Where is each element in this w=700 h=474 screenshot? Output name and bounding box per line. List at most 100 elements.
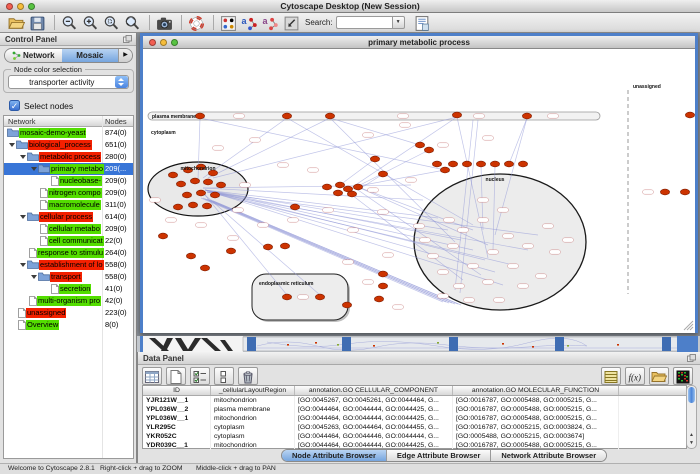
scrollbar-thumb[interactable] — [688, 387, 695, 403]
table-row[interactable]: YPL036W__1mitochondrion[GO:0044464, GO:0… — [143, 414, 686, 423]
network-node[interactable] — [342, 302, 351, 308]
save-icon[interactable] — [28, 14, 47, 32]
formula-fx-icon[interactable]: f(x) — [625, 367, 645, 385]
table-cell[interactable]: [GO:0005488, GO:0005215, GO:0003674] — [453, 432, 619, 441]
table-cell[interactable]: YKR052C — [143, 432, 211, 441]
table-cell[interactable]: YLR295C — [143, 423, 211, 432]
network-node[interactable] — [325, 113, 334, 119]
network-node[interactable] — [195, 113, 204, 119]
tree-row[interactable]: establishment of lo558(0) — [4, 259, 133, 271]
tab-network[interactable]: Network — [5, 49, 62, 62]
network-node[interactable] — [282, 294, 291, 300]
tree-row[interactable]: metabolic process280(0) — [4, 151, 133, 163]
network-node[interactable] — [490, 161, 499, 167]
float-panel-icon[interactable] — [687, 354, 696, 362]
table-cell[interactable]: [GO:0044464, GO:0044444, GO:0044425, G..… — [295, 405, 453, 414]
colored-nodes-icon[interactable] — [219, 14, 238, 32]
network-node[interactable] — [378, 283, 387, 289]
trash-icon[interactable] — [238, 367, 258, 385]
network-node[interactable] — [263, 244, 272, 250]
column-go-cellular-component[interactable]: annotation.GO CELLULAR_COMPONENT — [295, 386, 453, 395]
network-node[interactable] — [440, 167, 449, 173]
table-cell[interactable]: mitochondrion — [211, 414, 295, 423]
attribute-batch-table-icon[interactable] — [601, 367, 621, 385]
tree-expander-icon[interactable] — [31, 275, 37, 279]
network-node[interactable] — [176, 181, 185, 187]
tree-row[interactable]: multi-organism pro42(0) — [4, 295, 133, 307]
network-node[interactable] — [280, 243, 289, 249]
network-node[interactable] — [353, 184, 362, 190]
table-cell[interactable]: YPL036W__2 — [143, 405, 211, 414]
tree-expander-icon[interactable] — [31, 167, 37, 171]
tab-mosaic[interactable]: Mosaic — [62, 49, 119, 62]
network-node[interactable] — [335, 182, 344, 188]
close-button[interactable] — [6, 3, 13, 10]
tab-overflow-arrow-icon[interactable]: ▶ — [118, 49, 132, 62]
network-node[interactable] — [322, 184, 331, 190]
network-node[interactable] — [462, 161, 471, 167]
attribute-table[interactable]: ID _cellularLayoutRegion annotation.GO C… — [142, 385, 687, 449]
network-node[interactable] — [685, 112, 694, 118]
table-cell[interactable]: [GO:0045267, GO:0045261, GO:0044464, G..… — [295, 396, 453, 405]
network-annotation-b-icon[interactable]: a — [261, 14, 280, 32]
network-node[interactable] — [378, 171, 387, 177]
network-node[interactable] — [504, 161, 513, 167]
table-row[interactable]: YPL036W__2plasma membrane[GO:0044464, GO… — [143, 405, 686, 414]
minimize-button[interactable] — [17, 3, 24, 10]
tab-edge-attribute-browser[interactable]: Edge Attribute Browser — [387, 450, 491, 461]
tree-expander-icon[interactable] — [9, 143, 15, 147]
canvas-resize-grip[interactable] — [684, 321, 693, 330]
network-node[interactable] — [660, 189, 669, 195]
zoom-window-button[interactable] — [28, 3, 35, 10]
network-node[interactable] — [522, 113, 531, 119]
network-node[interactable] — [168, 172, 177, 178]
network-node[interactable] — [476, 161, 485, 167]
table-cell[interactable]: [GO:0016787, GO:0005215, GO:0003824, G..… — [453, 423, 619, 432]
table-cell[interactable]: [GO:0016787, GO:0005488, GO:0005215, G..… — [453, 414, 619, 423]
tree-row[interactable]: response to stimulu264(0) — [4, 247, 133, 259]
network-node[interactable] — [210, 192, 219, 198]
network-node[interactable] — [432, 161, 441, 167]
network-window-zoom-button[interactable] — [171, 39, 178, 46]
network-window-close-button[interactable] — [149, 39, 156, 46]
network-node[interactable] — [290, 204, 299, 210]
tree-row[interactable]: nucleobase-209(0) — [4, 175, 133, 187]
float-panel-icon[interactable] — [123, 35, 132, 43]
vizmapper-arrow-icon[interactable] — [282, 14, 301, 32]
column-cellular-layout-region[interactable]: _cellularLayoutRegion — [211, 386, 295, 395]
network-node[interactable] — [173, 204, 182, 210]
node-color-dropdown[interactable]: transporter activity — [8, 75, 129, 89]
tree-row[interactable]: unassigned223(0) — [4, 307, 133, 319]
tab-node-attribute-browser[interactable]: Node Attribute Browser — [282, 450, 387, 461]
scrollbar-arrows[interactable]: ▲▼ — [687, 431, 696, 447]
checklist-icon[interactable] — [190, 367, 210, 385]
search-options-doc-icon[interactable] — [413, 14, 432, 32]
attribute-table-body[interactable]: YJR121W__1mitochondrion[GO:0045267, GO:0… — [143, 396, 686, 450]
network-node[interactable] — [196, 190, 205, 196]
table-cell[interactable]: [GO:0016787, GO:0005488, GO:0005215, G..… — [453, 405, 619, 414]
table-cell[interactable]: [GO:0045263, GO:0044464, GO:0044455, G..… — [295, 423, 453, 432]
network-node[interactable] — [315, 294, 324, 300]
tree-row[interactable]: transport558(0) — [4, 271, 133, 283]
tree-row[interactable]: mosaic-demo-yeast874(0) — [4, 127, 133, 139]
table-cell[interactable]: [GO:0044464, GO:0044444, GO:0044425, G..… — [295, 414, 453, 423]
network-node[interactable] — [680, 189, 689, 195]
tree-row[interactable]: biological_process651(0) — [4, 139, 133, 151]
folder-open-icon[interactable] — [7, 14, 26, 32]
tree-row[interactable]: nitrogen compo209(0) — [4, 187, 133, 199]
search-input[interactable] — [336, 16, 392, 29]
table-row[interactable]: YKR052Ccytoplasm[GO:0044464, GO:0044446,… — [143, 432, 686, 441]
network-node[interactable] — [415, 142, 424, 148]
network-node[interactable] — [347, 191, 356, 197]
network-annotation-a-icon[interactable]: a — [240, 14, 259, 32]
column-id[interactable]: ID — [143, 386, 211, 395]
network-node[interactable] — [370, 156, 379, 162]
zoom-in-icon[interactable] — [81, 14, 100, 32]
import-folder-icon[interactable] — [649, 367, 669, 385]
network-edge[interactable] — [509, 118, 527, 164]
select-nodes-checkbox[interactable]: ✓ — [9, 100, 20, 111]
network-node[interactable] — [452, 112, 461, 118]
table-cell[interactable]: [GO:0016787, GO:0005488, GO:0005215, G..… — [453, 396, 619, 405]
attribute-select-table-icon[interactable] — [142, 367, 162, 385]
tree-row[interactable]: secretion41(0) — [4, 283, 133, 295]
